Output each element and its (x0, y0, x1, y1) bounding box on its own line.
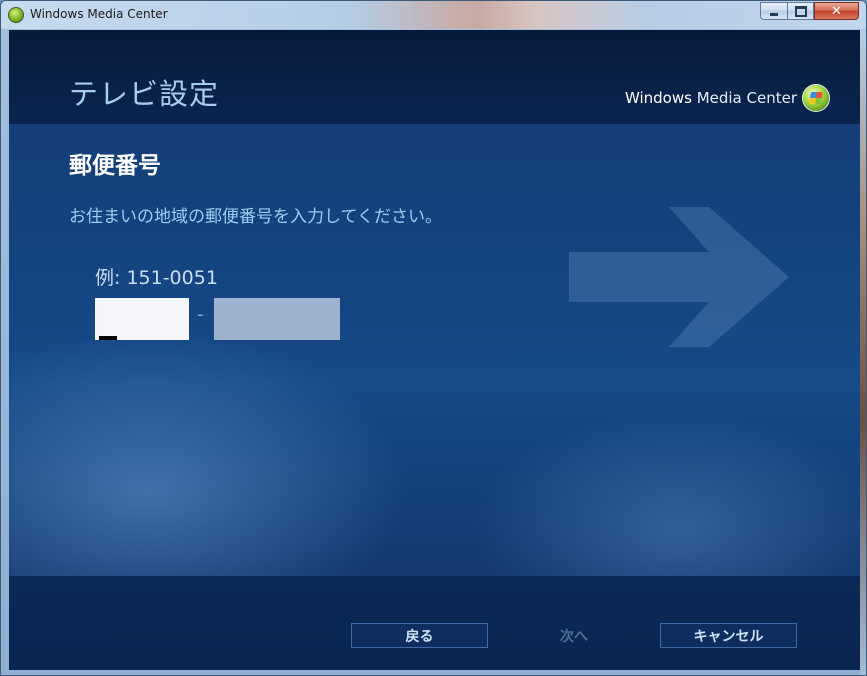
window-border-right (860, 30, 866, 675)
back-button[interactable]: 戻る (351, 623, 488, 648)
media-center-client: テレビ設定 Windows Media Center 郵便番号 お住まいの地域の… (9, 30, 860, 670)
zip-part1-input[interactable] (95, 298, 189, 340)
section-title: 郵便番号 (69, 153, 161, 179)
window-title: Windows Media Center (30, 7, 168, 21)
close-button[interactable]: ✕ (814, 2, 859, 20)
maximize-icon (794, 5, 807, 17)
footer: 戻る 次へ キャンセル (9, 576, 860, 670)
brand-suffix: Media Center (691, 89, 797, 107)
instruction-text: お住まいの地域の郵便番号を入力してください。 (69, 207, 442, 227)
page-title: テレビ設定 (69, 77, 220, 111)
minimize-icon (770, 12, 778, 16)
zip-separator: - (197, 304, 204, 325)
title-bar[interactable]: Windows Media Center ✕ (1, 1, 866, 29)
cancel-button[interactable]: キャンセル (660, 623, 797, 648)
arrow-icon (569, 207, 789, 347)
header: テレビ設定 Windows Media Center (9, 30, 860, 124)
next-button[interactable]: 次へ (499, 623, 649, 648)
close-icon: ✕ (831, 3, 842, 19)
maximize-button[interactable] (787, 2, 814, 20)
zip-part2-input[interactable] (214, 298, 340, 340)
brand-prefix: Windows (624, 89, 692, 107)
caption-buttons: ✕ (760, 2, 859, 20)
text-cursor (99, 336, 117, 340)
brand: Windows Media Center (625, 84, 830, 112)
media-center-icon (8, 7, 24, 23)
windows-logo-icon (802, 84, 830, 112)
brand-text: Windows Media Center (625, 89, 797, 107)
minimize-button[interactable] (760, 2, 787, 20)
window: Windows Media Center ✕ テレビ設定 Windows Med… (0, 0, 867, 676)
example-text: 例: 151-0051 (95, 267, 218, 289)
